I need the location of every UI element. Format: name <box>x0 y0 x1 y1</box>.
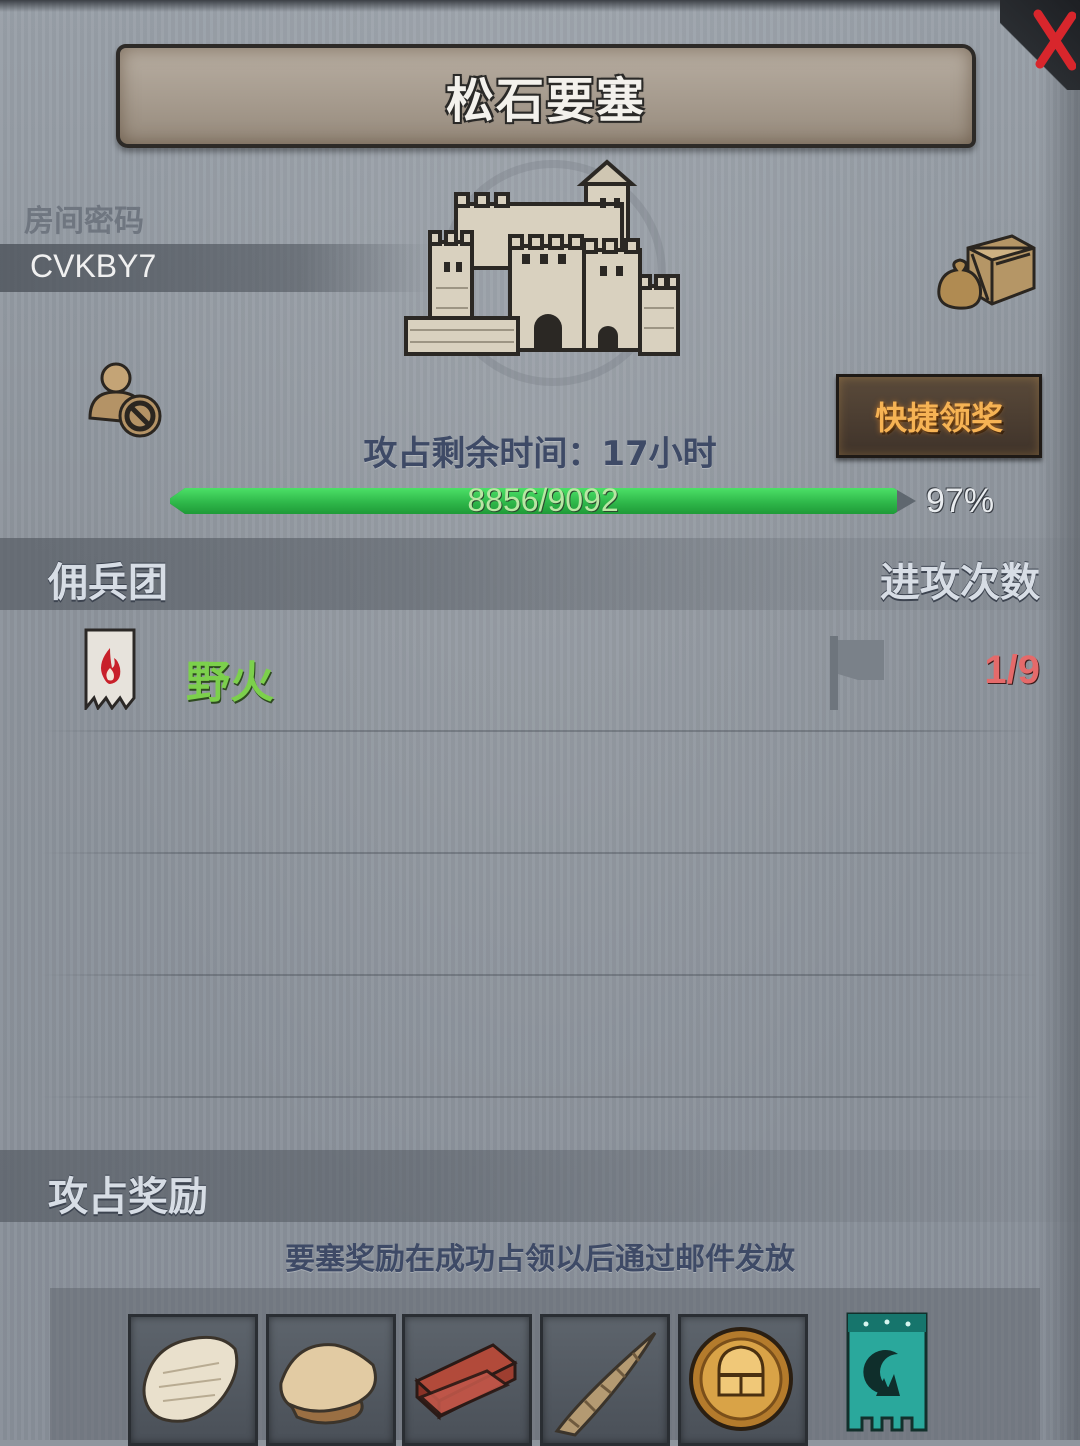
title-plank: 松石要塞 <box>116 44 976 148</box>
row-divider <box>40 730 1040 732</box>
capture-time-value: 17小时 <box>601 434 717 474</box>
loot-sacks-crate-icon[interactable] <box>930 232 1038 312</box>
rewards-note: 要塞奖励在成功占领以后通过邮件发放 <box>285 1242 795 1277</box>
row-divider <box>40 1096 1040 1098</box>
close-x-icon <box>1033 9 1076 71</box>
tan-fur-pelt-icon <box>279 1343 377 1425</box>
reward-slot-horn[interactable] <box>540 1314 670 1446</box>
capture-progress-percent: 97% <box>926 482 995 520</box>
rewards-header: 攻占奖励 <box>48 1174 208 1220</box>
knight-helmet-coin-icon <box>689 1327 793 1431</box>
reward-slot-helmet-coin[interactable] <box>678 1314 808 1446</box>
page-title: 松石要塞 <box>445 73 646 129</box>
reward-slot-tan-fur[interactable] <box>266 1314 396 1446</box>
reward-slot-wood[interactable] <box>402 1314 532 1446</box>
close-button[interactable] <box>1000 0 1080 90</box>
flag-icon <box>830 636 884 710</box>
white-fur-pelt-icon <box>142 1335 239 1423</box>
attack-count-header: 进攻次数 <box>880 560 1040 606</box>
capture-progress-text: 8856/9092 <box>467 482 619 518</box>
flame-banner-icon <box>84 628 136 710</box>
reward-slot-white-fur[interactable] <box>128 1314 258 1446</box>
room-password-value: CVKBY7 <box>30 248 157 284</box>
moon-guild-banner-icon[interactable] <box>846 1312 928 1440</box>
wood-planks-icon <box>414 1343 518 1421</box>
horn-icon <box>554 1331 657 1437</box>
capture-time-row: 攻占剩余时间：17小时 <box>0 426 1080 475</box>
row-divider <box>40 974 1040 976</box>
attack-count: 1/9 <box>984 648 1040 692</box>
guild-name[interactable]: 野火 <box>186 646 274 710</box>
top-edge <box>0 0 1080 12</box>
row-divider <box>40 852 1040 854</box>
right-edge-shade <box>1040 0 1080 1440</box>
mercenaries-header: 佣兵团 <box>48 560 168 606</box>
room-password-label: 房间密码 <box>24 204 144 239</box>
castle-icon <box>404 159 680 356</box>
capture-time-label: 攻占剩余时间： <box>363 434 602 474</box>
